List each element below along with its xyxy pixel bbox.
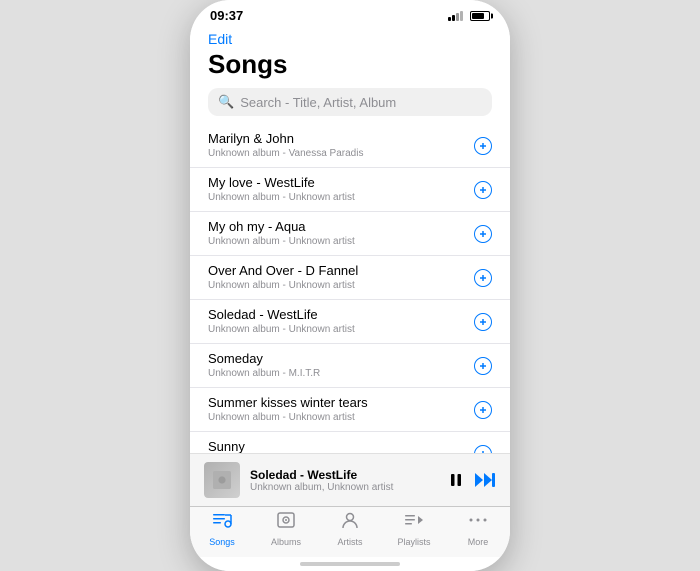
song-info-1: My love - WestLife Unknown album - Unkno… [208, 175, 466, 205]
phone-frame: 09:37 Edit Songs 🔍 Search - Title, Artis… [190, 0, 510, 571]
song-subtitle-3: Unknown album - Unknown artist [208, 279, 466, 292]
tab-bar: Songs Albums Artists [190, 506, 510, 557]
song-item-5[interactable]: Someday Unknown album - M.I.T.R [190, 344, 510, 388]
search-placeholder: Search - Title, Artist, Album [240, 95, 396, 110]
song-item-6[interactable]: Summer kisses winter tears Unknown album… [190, 388, 510, 432]
albums-tab-icon [275, 511, 297, 535]
status-bar: 09:37 [190, 0, 510, 27]
song-title-5: Someday [208, 351, 466, 368]
song-list: Marilyn & John Unknown album - Vanessa P… [190, 124, 510, 453]
song-subtitle-5: Unknown album - M.I.T.R [208, 367, 466, 380]
song-add-button-2[interactable] [474, 225, 492, 243]
header: Edit Songs 🔍 Search - Title, Artist, Alb… [190, 27, 510, 124]
song-item-3[interactable]: Over And Over - D Fannel Unknown album -… [190, 256, 510, 300]
song-title-3: Over And Over - D Fannel [208, 263, 466, 280]
signal-bars-icon [448, 11, 463, 21]
now-playing-title: Soledad - WestLife [250, 468, 438, 482]
song-subtitle-4: Unknown album - Unknown artist [208, 323, 466, 336]
song-info-7: Sunny Unknown album - Boney M [208, 439, 466, 453]
song-item-7[interactable]: Sunny Unknown album - Boney M [190, 432, 510, 453]
playlists-tab-label: Playlists [397, 537, 430, 547]
song-item-0[interactable]: Marilyn & John Unknown album - Vanessa P… [190, 124, 510, 168]
tab-albums[interactable]: Albums [254, 511, 318, 547]
song-info-4: Soledad - WestLife Unknown album - Unkno… [208, 307, 466, 337]
fast-forward-button[interactable] [474, 472, 496, 488]
search-bar[interactable]: 🔍 Search - Title, Artist, Album [208, 88, 492, 116]
song-item-1[interactable]: My love - WestLife Unknown album - Unkno… [190, 168, 510, 212]
song-add-button-7[interactable] [474, 445, 492, 454]
song-subtitle-2: Unknown album - Unknown artist [208, 235, 466, 248]
song-title-7: Sunny [208, 439, 466, 453]
artists-tab-icon [339, 511, 361, 535]
battery-icon [470, 11, 490, 21]
albums-tab-label: Albums [271, 537, 301, 547]
song-add-button-6[interactable] [474, 401, 492, 419]
songs-tab-icon [211, 511, 233, 535]
home-indicator [190, 557, 510, 571]
song-title-2: My oh my - Aqua [208, 219, 466, 236]
tab-artists[interactable]: Artists [318, 511, 382, 547]
song-info-5: Someday Unknown album - M.I.T.R [208, 351, 466, 381]
song-add-button-1[interactable] [474, 181, 492, 199]
song-info-0: Marilyn & John Unknown album - Vanessa P… [208, 131, 466, 161]
song-add-button-0[interactable] [474, 137, 492, 155]
song-subtitle-1: Unknown album - Unknown artist [208, 191, 466, 204]
song-title-1: My love - WestLife [208, 175, 466, 192]
now-playing-subtitle: Unknown album, Unknown artist [250, 482, 438, 493]
song-add-button-4[interactable] [474, 313, 492, 331]
song-subtitle-6: Unknown album - Unknown artist [208, 411, 466, 424]
home-bar [300, 562, 400, 566]
song-add-button-5[interactable] [474, 357, 492, 375]
status-icons [448, 11, 490, 21]
tab-playlists[interactable]: Playlists [382, 511, 446, 547]
now-playing-info: Soledad - WestLife Unknown album, Unknow… [250, 468, 438, 493]
song-title-0: Marilyn & John [208, 131, 466, 148]
tab-more[interactable]: More [446, 511, 510, 547]
more-tab-label: More [468, 537, 489, 547]
artists-tab-label: Artists [337, 537, 362, 547]
song-info-6: Summer kisses winter tears Unknown album… [208, 395, 466, 425]
song-info-3: Over And Over - D Fannel Unknown album -… [208, 263, 466, 293]
pause-button[interactable] [448, 472, 464, 488]
song-add-button-3[interactable] [474, 269, 492, 287]
songs-tab-label: Songs [209, 537, 235, 547]
song-item-4[interactable]: Soledad - WestLife Unknown album - Unkno… [190, 300, 510, 344]
song-subtitle-0: Unknown album - Vanessa Paradis [208, 147, 466, 160]
song-item-2[interactable]: My oh my - Aqua Unknown album - Unknown … [190, 212, 510, 256]
song-info-2: My oh my - Aqua Unknown album - Unknown … [208, 219, 466, 249]
more-tab-icon [467, 511, 489, 535]
playback-controls [448, 472, 496, 488]
search-icon: 🔍 [218, 94, 234, 110]
edit-button[interactable]: Edit [208, 31, 232, 47]
song-title-6: Summer kisses winter tears [208, 395, 466, 412]
album-art [204, 462, 240, 498]
status-time: 09:37 [210, 8, 243, 23]
tab-songs[interactable]: Songs [190, 511, 254, 547]
song-title-4: Soledad - WestLife [208, 307, 466, 324]
now-playing-bar[interactable]: Soledad - WestLife Unknown album, Unknow… [190, 453, 510, 506]
page-title: Songs [208, 49, 492, 80]
playlists-tab-icon [403, 511, 425, 535]
